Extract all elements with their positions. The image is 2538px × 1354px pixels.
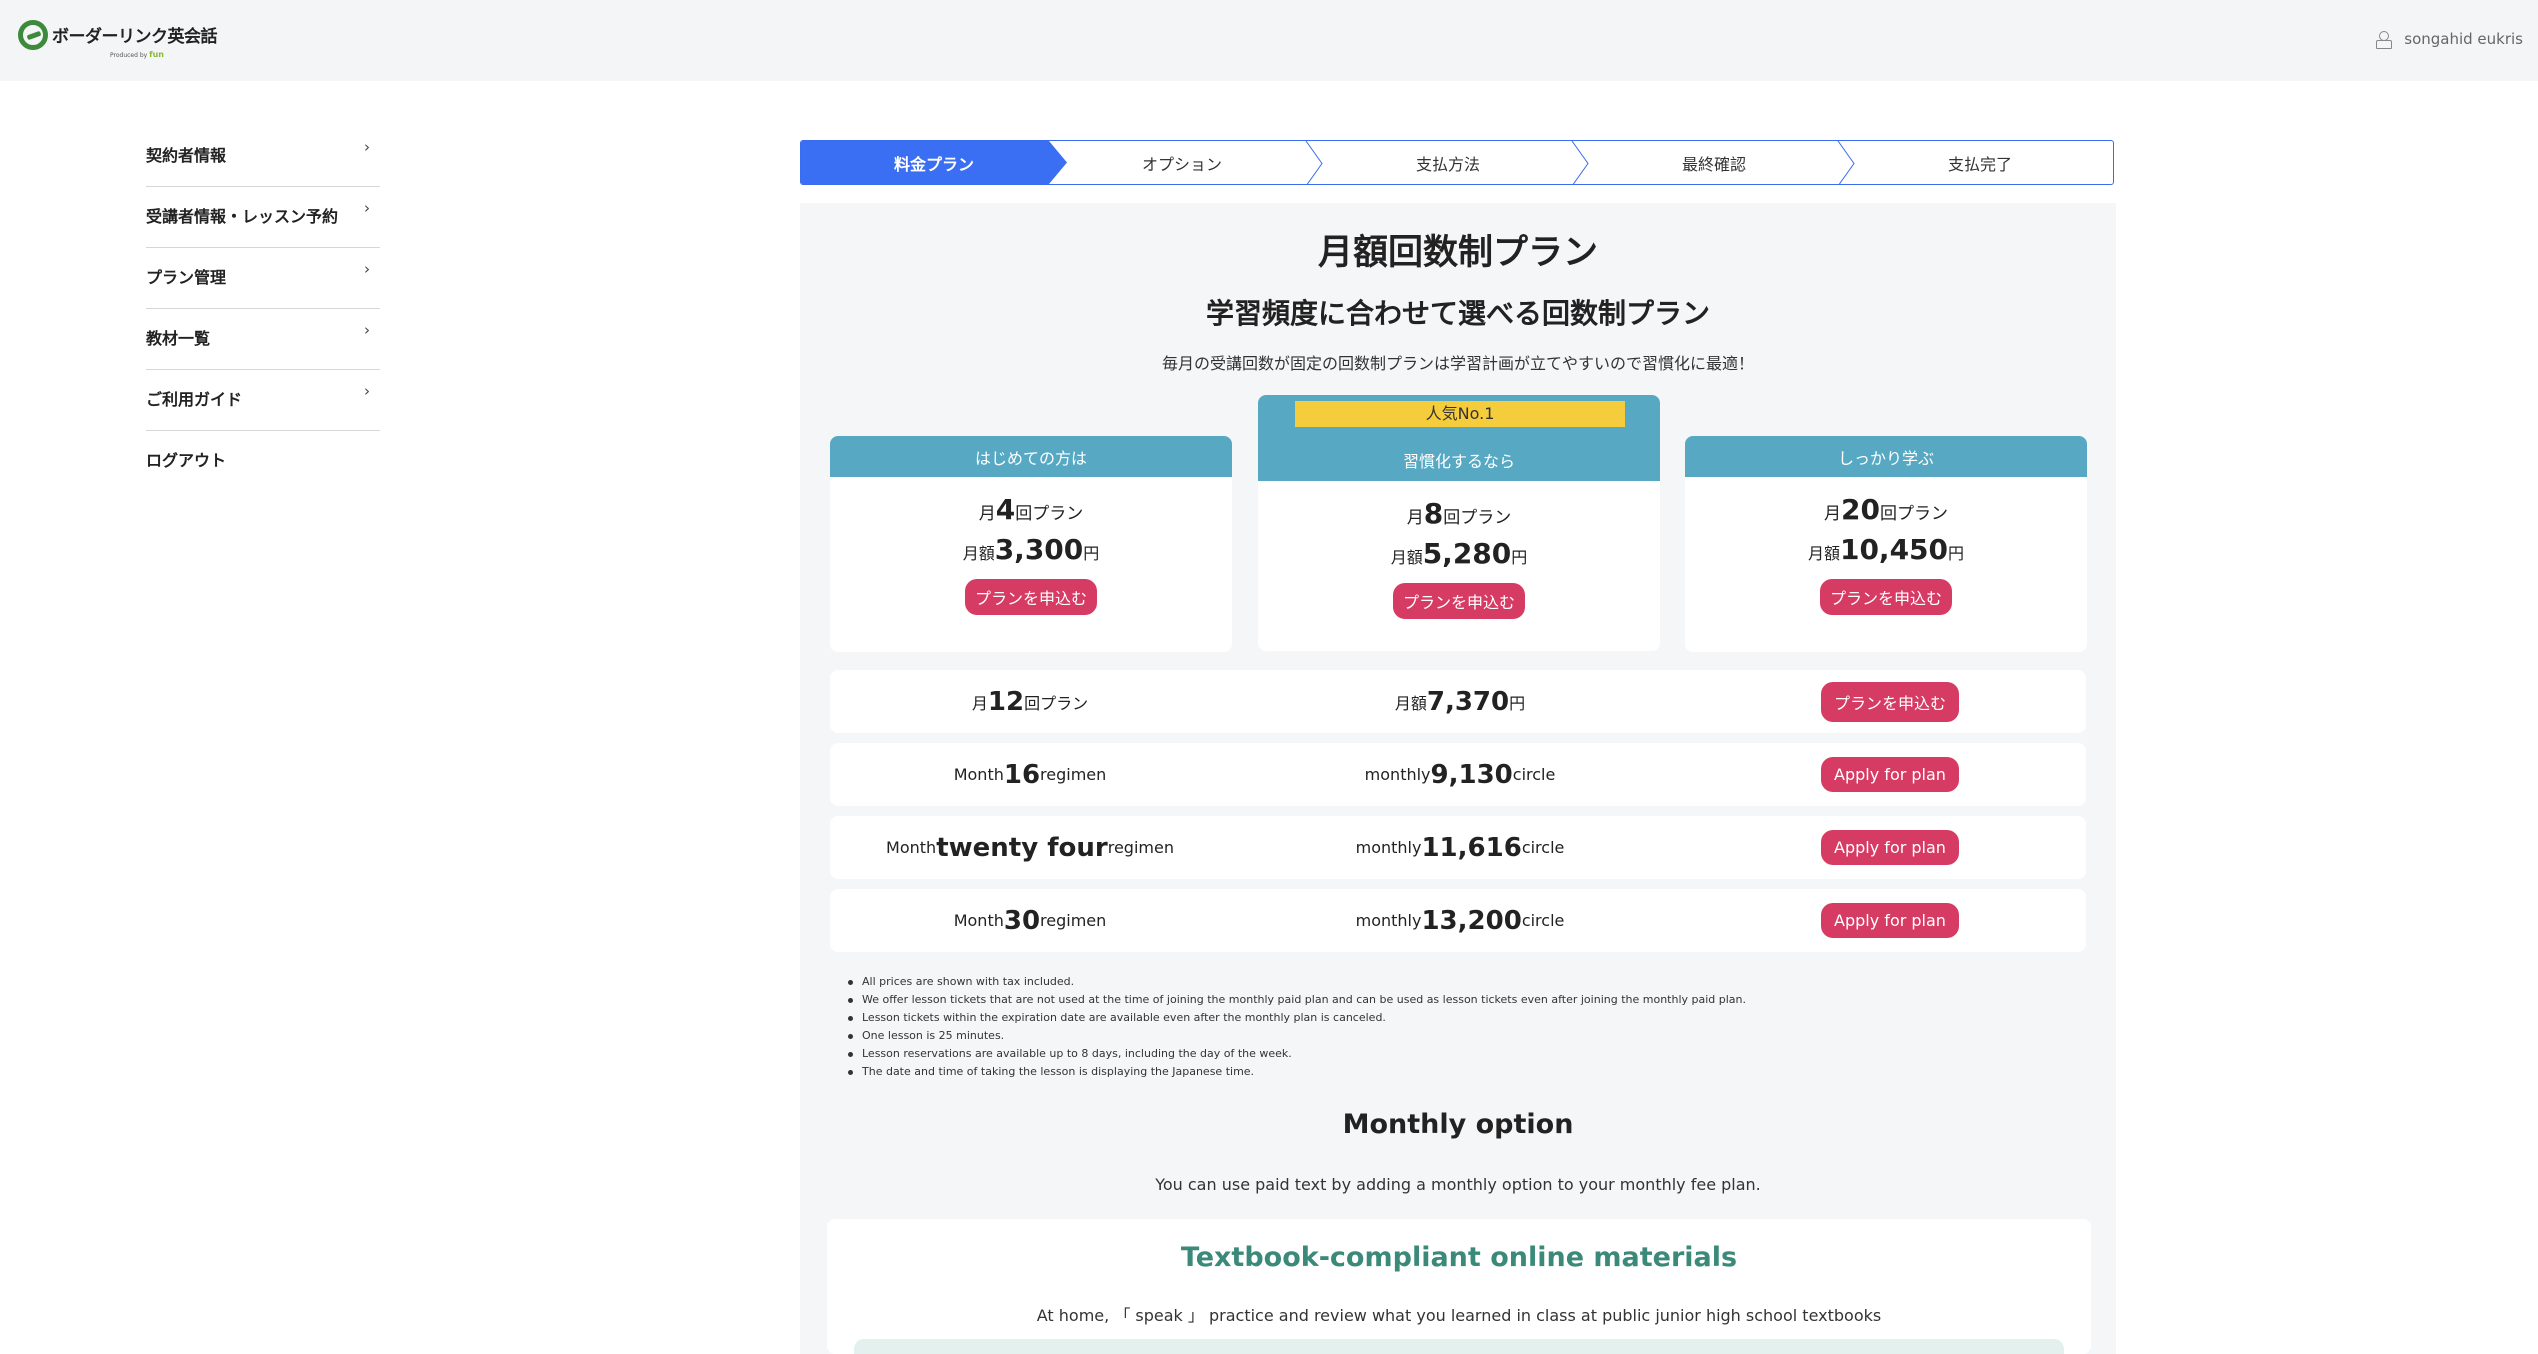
plan-card-header: 習慣化するなら: [1402, 452, 1515, 471]
logo-produced-by: Produced by fun: [110, 50, 164, 59]
plan-card-featured: 人気No.1 習慣化するなら 月8回プラン 月額5,280円 プランを申込む: [1258, 395, 1660, 651]
step-final-confirm: 最終確認: [1581, 141, 1855, 184]
monthly-option-title: Monthly option: [1342, 1109, 1574, 1140]
plan-count: 月8回プラン: [1406, 497, 1512, 530]
sidebar-item-label: 受講者情報・レッスン予約: [146, 207, 339, 226]
sidebar-item-label: 契約者情報: [146, 146, 227, 165]
chevron-right-icon: ›: [364, 138, 370, 156]
sidebar-item-plan-management[interactable]: プラン管理 ›: [146, 248, 380, 309]
apply-plan-button[interactable]: プランを申込む: [964, 579, 1097, 615]
note-item: The date and time of taking the lesson i…: [847, 1065, 1746, 1083]
plan-price: 月額3,300円: [962, 533, 1100, 566]
plan-row: 月 12 回プラン 月額 7,370 円 プランを申込む: [830, 670, 2086, 733]
textbook-option-detail-box: [854, 1339, 2064, 1354]
step-option: オプション: [1049, 141, 1323, 184]
apply-plan-button[interactable]: プランを申込む: [1820, 681, 1959, 722]
sidebar-item-student-lessons[interactable]: 受講者情報・レッスン予約 ›: [146, 187, 380, 248]
sidebar-item-label: プラン管理: [146, 268, 227, 287]
plan-count: 月4回プラン: [978, 493, 1084, 526]
step-payment-method: 支払方法: [1315, 141, 1589, 184]
checkout-steps: 料金プラン オプション 支払方法 最終確認 支払完了: [800, 140, 2114, 185]
chevron-right-icon: ›: [364, 321, 370, 339]
sidebar-item-contract-info[interactable]: 契約者情報 ›: [146, 126, 380, 187]
monthly-option-description: You can use paid text by adding a monthl…: [1155, 1175, 1761, 1194]
note-item: All prices are shown with tax included.: [847, 975, 1746, 993]
textbook-option-card: Textbook-compliant online materials At h…: [827, 1219, 2091, 1354]
step-payment-complete: 支払完了: [1947, 154, 2012, 174]
plan-count: 月20回プラン: [1824, 493, 1948, 526]
plan-price: 月額10,450円: [1807, 533, 1965, 566]
sidebar-item-label: 教材一覧: [146, 329, 211, 348]
sidebar-item-guide[interactable]: ご利用ガイド ›: [146, 370, 380, 431]
plan-row-count: Month 30 regimen: [953, 905, 1107, 936]
textbook-option-description: At home, 「 speak 」 practice and review w…: [1036, 1306, 1882, 1325]
sidebar-item-label: ログアウト: [146, 451, 227, 470]
plan-row: Month 30 regimen monthly 13,200 circle App…: [830, 889, 2086, 952]
plan-card: しっかり学ぶ 月20回プラン 月額10,450円 プランを申込む: [1685, 436, 2087, 652]
step-plan: 料金プラン: [801, 141, 1067, 184]
user-name: songahid eukris: [2404, 30, 2523, 48]
sidebar-item-materials[interactable]: 教材一覧 ›: [146, 309, 380, 370]
apply-plan-button[interactable]: Apply for plan: [1821, 903, 1959, 938]
plan-card: はじめての方は 月4回プラン 月額3,300円 プランを申込む: [830, 436, 1232, 652]
plan-card-header: はじめての方は: [830, 436, 1232, 477]
plan-notes: All prices are shown with tax included. …: [847, 975, 1746, 1083]
plan-row: Month twenty four regimen monthly 11,616 c…: [830, 816, 2086, 879]
plan-row-count: Month 16 regimen: [953, 759, 1107, 790]
sidebar-item-logout[interactable]: ログアウト: [146, 431, 380, 492]
apply-plan-button[interactable]: Apply for plan: [1821, 757, 1959, 792]
user-menu[interactable]: songahid eukris: [2376, 30, 2523, 49]
plan-card-header: しっかり学ぶ: [1685, 436, 2087, 477]
page-title: 月額回数制プラン: [1317, 233, 1598, 273]
apply-plan-button[interactable]: Apply for plan: [1821, 830, 1959, 865]
apply-plan-button[interactable]: プランを申込む: [1819, 579, 1952, 615]
page-description: 毎月の受講回数が固定の回数制プランは学習計画が立てやすいので習慣化に最適！: [1161, 354, 1754, 373]
sidebar-nav: 契約者情報 › 受講者情報・レッスン予約 › プラン管理 › 教材一覧 › ご利…: [146, 126, 380, 492]
note-item: We offer lesson tickets that are not use…: [847, 993, 1746, 1011]
plan-row-price: 月額 7,370 円: [1394, 686, 1526, 717]
top-header: ボーダーリンク英会話 Produced by fun songahid eukr…: [0, 0, 2538, 81]
sidebar-item-label: ご利用ガイド: [146, 390, 243, 409]
chevron-right-icon: ›: [364, 199, 370, 217]
plan-row-count: 月 12 回プラン: [971, 686, 1089, 717]
plan-row-count: Month twenty four regimen: [886, 832, 1174, 863]
chevron-right-icon: ›: [364, 382, 370, 400]
plan-row-price: monthly 13,200 circle: [1355, 905, 1565, 936]
plan-row: Month 16 regimen monthly 9,130 circle Appl…: [830, 743, 2086, 806]
note-item: Lesson reservations are available up to …: [847, 1047, 1746, 1065]
user-icon: [2376, 31, 2393, 49]
textbook-option-title: Textbook-compliant online materials: [1180, 1242, 1738, 1273]
apply-plan-button[interactable]: プランを申込む: [1392, 583, 1525, 619]
note-item: One lesson is 25 minutes.: [847, 1029, 1746, 1047]
logo-text: ボーダーリンク英会話: [52, 27, 218, 47]
note-item: Lesson tickets within the expiration dat…: [847, 1011, 1746, 1029]
plan-row-price: monthly 9,130 circle: [1364, 759, 1556, 790]
popular-ribbon: 人気No.1: [1295, 401, 1625, 427]
plan-panel: 月額回数制プラン 学習頻度に合わせて選べる回数制プラン 毎月の受講回数が固定の回…: [800, 203, 2116, 1354]
logo-mark-icon: [18, 20, 48, 50]
plan-price: 月額5,280円: [1390, 537, 1528, 570]
chevron-right-icon: ›: [364, 260, 370, 278]
brand-logo[interactable]: ボーダーリンク英会話 Produced by fun: [18, 20, 218, 64]
plan-row-price: monthly 11,616 circle: [1355, 832, 1565, 863]
page-subtitle: 学習頻度に合わせて選べる回数制プラン: [1205, 297, 1710, 330]
